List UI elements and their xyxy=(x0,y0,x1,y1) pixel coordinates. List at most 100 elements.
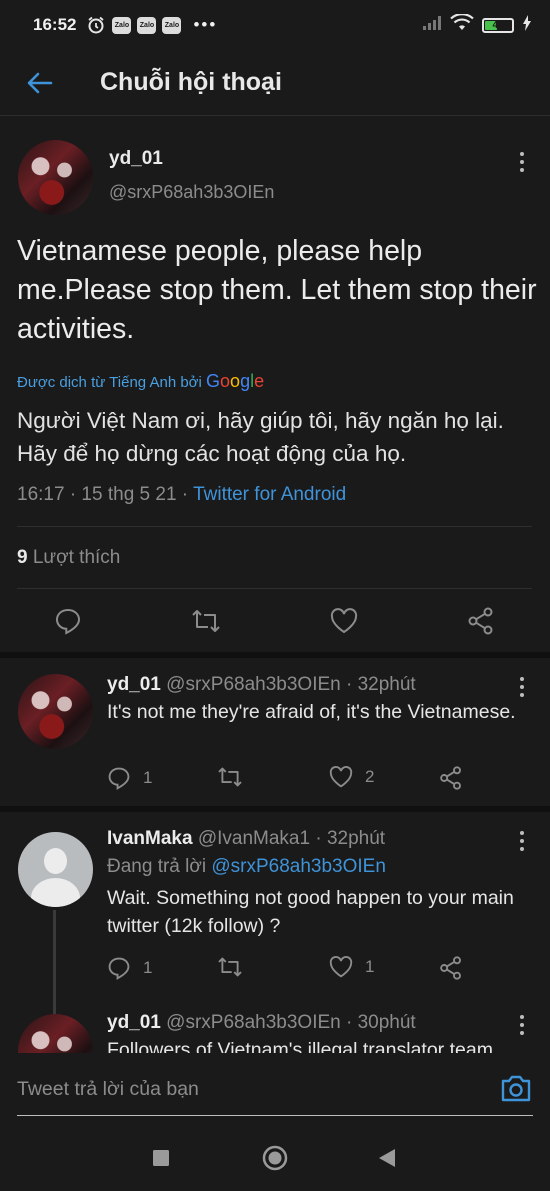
translated-label: Được dịch từ Tiếng Anh bởi xyxy=(17,374,202,391)
reply-icon xyxy=(108,767,130,790)
thread-content[interactable]: yd_01 @srxP68ah3b3OIEn Vietnamese people… xyxy=(0,116,550,1053)
back-button[interactable] xyxy=(0,50,80,116)
signal-icon xyxy=(422,15,442,36)
author-name[interactable]: yd_01 xyxy=(107,1012,161,1033)
author-name[interactable]: IvanMaka xyxy=(107,828,193,849)
tweet-source[interactable]: Twitter for Android xyxy=(193,484,346,505)
share-button[interactable] xyxy=(466,606,496,636)
square-icon xyxy=(153,1150,169,1166)
reply-input[interactable]: Tweet trả lời của bạn xyxy=(17,1078,199,1101)
reply-icon xyxy=(55,608,81,635)
heart-icon xyxy=(329,766,353,788)
input-underline xyxy=(17,1115,533,1116)
likes-summary[interactable]: 9 Lượt thích xyxy=(17,547,120,569)
like-count: 2 xyxy=(365,767,375,786)
zalo-notification-icon: Zalo xyxy=(162,16,182,34)
share-button[interactable] xyxy=(439,766,463,790)
reply-text: It's not me they're afraid of, it's the … xyxy=(107,701,516,723)
reply-text: Wait. Something not good happen to your … xyxy=(107,887,514,937)
author-handle-time: @IvanMaka1 · 32phút xyxy=(197,828,386,849)
avatar[interactable] xyxy=(18,832,93,907)
recents-button[interactable] xyxy=(152,1149,170,1172)
back-nav-button[interactable] xyxy=(378,1148,396,1173)
avatar[interactable] xyxy=(18,140,93,215)
page-title: Chuỗi hội thoại xyxy=(100,68,282,96)
more-options-icon[interactable] xyxy=(516,677,528,697)
share-icon xyxy=(440,956,461,980)
reply-count: 1 xyxy=(143,768,153,787)
reply-actions: 1 1 xyxy=(107,956,527,982)
replying-to-handle[interactable]: @srxP68ah3b3OIEn xyxy=(211,856,386,877)
reply-tweet[interactable]: yd_01 @srxP68ah3b3OIEn · 30phút Follower… xyxy=(0,1012,550,1053)
clock: 16:52 xyxy=(33,15,77,34)
reply-icon xyxy=(108,957,130,980)
likes-count: 9 xyxy=(17,547,28,568)
retweet-icon xyxy=(218,767,242,787)
battery-level: 44 xyxy=(492,19,504,31)
camera-button[interactable] xyxy=(500,1073,532,1105)
tweet-actions xyxy=(0,606,550,644)
tweet-text: Vietnamese people, please help me.Please… xyxy=(17,235,537,345)
tweet-timestamp: 16:17 · 15 thg 5 21 · xyxy=(17,484,194,505)
share-icon xyxy=(440,766,461,790)
divider xyxy=(17,588,532,589)
author-handle[interactable]: @srxP68ah3b3OIEn xyxy=(109,182,274,203)
retweet-button[interactable] xyxy=(217,766,255,788)
reply-compose-bar: Tweet trả lời của bạn xyxy=(0,1053,550,1119)
retweet-icon xyxy=(192,610,220,632)
like-button[interactable]: 2 xyxy=(329,766,374,788)
thread-connector xyxy=(53,910,56,1014)
charging-icon xyxy=(522,14,532,36)
more-options-icon[interactable] xyxy=(516,831,528,851)
heart-icon xyxy=(329,956,353,978)
author-handle-time: @srxP68ah3b3OIEn · 30phút xyxy=(166,1012,416,1033)
retweet-icon xyxy=(218,957,242,977)
reply-button[interactable] xyxy=(53,606,83,636)
reply-header: yd_01 @srxP68ah3b3OIEn · 32phút xyxy=(107,674,416,696)
translated-by: Được dịch từ Tiếng Anh bởi Google xyxy=(17,371,264,392)
home-button[interactable] xyxy=(262,1145,288,1176)
retweet-button[interactable] xyxy=(191,606,221,636)
reply-text: Followers of Vietnam's illegal translato… xyxy=(107,1039,493,1053)
reply-tweet[interactable]: yd_01 @srxP68ah3b3OIEn · 32phút It's not… xyxy=(0,658,550,806)
home-circle-icon xyxy=(262,1145,288,1171)
more-notifications-icon: ••• xyxy=(193,15,218,34)
system-nav-bar xyxy=(0,1119,550,1191)
camera-icon xyxy=(501,1075,531,1102)
share-button[interactable] xyxy=(439,956,463,980)
google-logo: Google xyxy=(206,371,265,391)
app-header: Chuỗi hội thoại xyxy=(0,50,550,116)
reply-header: yd_01 @srxP68ah3b3OIEn · 30phút xyxy=(107,1012,416,1034)
alarm-icon xyxy=(86,15,106,35)
zalo-notification-icon: Zalo xyxy=(137,16,157,34)
author-name[interactable]: yd_01 xyxy=(109,148,163,170)
status-bar: 16:52 Zalo Zalo Zalo ••• 44 xyxy=(0,0,550,50)
author-name[interactable]: yd_01 xyxy=(107,674,161,695)
replying-to: Đang trả lời @srxP68ah3b3OIEn xyxy=(107,856,386,878)
avatar[interactable] xyxy=(18,674,93,749)
reply-count: 1 xyxy=(143,958,153,977)
reply-header: IvanMaka @IvanMaka1 · 32phút xyxy=(107,828,385,850)
arrow-left-icon xyxy=(27,72,53,93)
avatar[interactable] xyxy=(18,1014,93,1053)
likes-label: Lượt thích xyxy=(32,547,121,568)
battery-icon: 44 xyxy=(482,17,514,33)
reply-actions: 1 2 xyxy=(107,766,527,792)
heart-icon xyxy=(330,608,358,634)
tweet-translation: Người Việt Nam ơi, hãy giúp tôi, hãy ngă… xyxy=(17,408,504,466)
more-options-icon[interactable] xyxy=(516,1015,528,1035)
more-options-icon[interactable] xyxy=(516,152,528,172)
zalo-notification-icon: Zalo xyxy=(112,16,132,34)
wifi-icon xyxy=(450,12,474,37)
retweet-button[interactable] xyxy=(217,956,255,978)
author-handle-time: @srxP68ah3b3OIEn · 32phút xyxy=(166,674,416,695)
reply-button[interactable]: 1 xyxy=(107,956,152,980)
triangle-back-icon xyxy=(379,1149,395,1167)
divider xyxy=(17,526,532,527)
like-button[interactable]: 1 xyxy=(329,956,374,978)
like-button[interactable] xyxy=(329,606,359,636)
reply-tweet[interactable]: IvanMaka @IvanMaka1 · 32phút Đang trả lờ… xyxy=(0,812,550,1014)
tweet-meta: 16:17 · 15 thg 5 21 · Twitter for Androi… xyxy=(17,484,346,506)
reply-button[interactable]: 1 xyxy=(107,766,152,790)
like-count: 1 xyxy=(365,957,375,976)
